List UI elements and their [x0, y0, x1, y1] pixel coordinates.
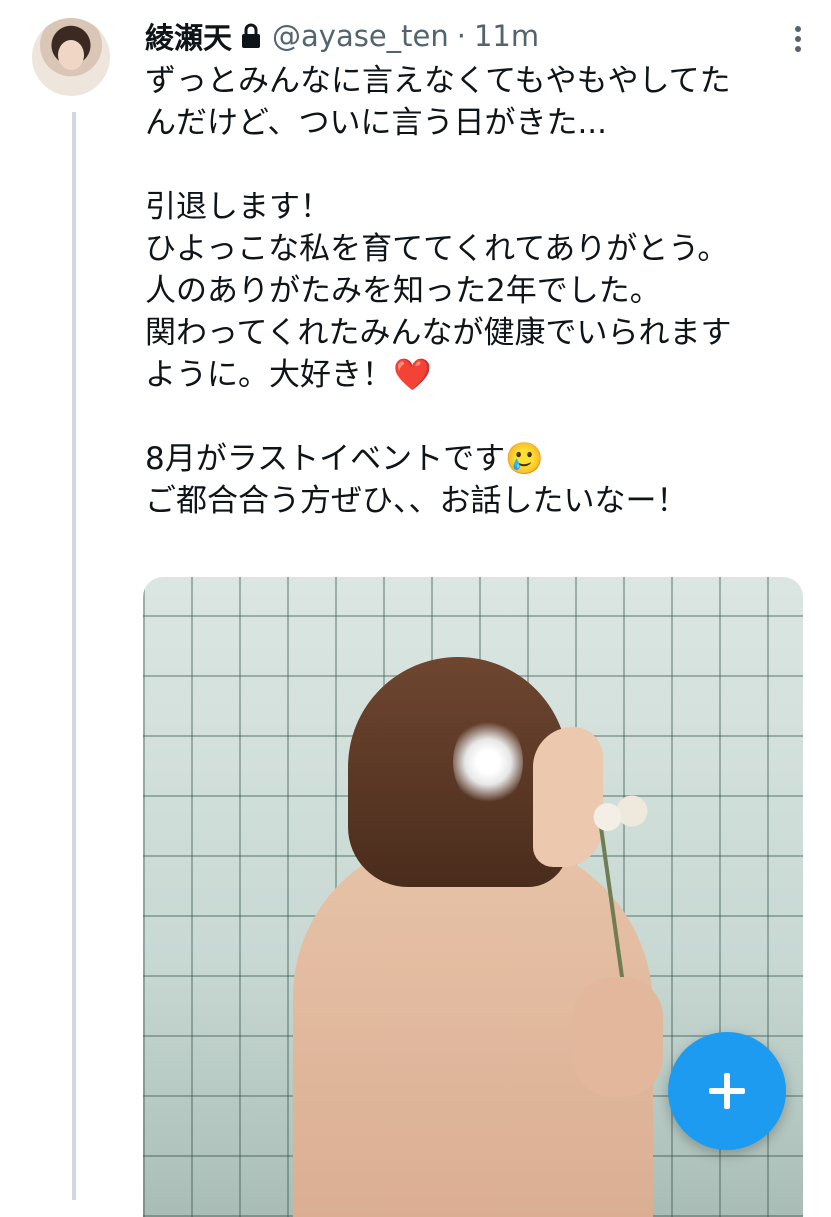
tweet-header: 綾瀬天 @ayase_ten · 11m — [145, 14, 539, 58]
separator-dot: · — [456, 19, 466, 53]
compose-button[interactable] — [668, 1032, 786, 1150]
tweet-line: ご都合合う方ぜひ、、お話したいなー！ — [145, 483, 688, 519]
photo-flowers — [583, 787, 653, 847]
tweet-line: 人のありがたみを知った2年でした。 — [145, 273, 661, 309]
tweet-line: 8月がラストイベントです🥲 — [145, 441, 544, 477]
tweet-line: ように。大好き！❤️ — [145, 357, 432, 393]
author-handle[interactable]: @ayase_ten — [272, 19, 449, 53]
photo-hands — [573, 977, 663, 1097]
avatar-face — [58, 40, 84, 70]
avatar[interactable] — [32, 18, 110, 96]
tweet-line: 関わってくれたみんなが健康でいられます — [145, 315, 732, 351]
more-vertical-icon[interactable] — [783, 24, 813, 54]
thread-connector-line — [72, 112, 76, 1200]
tweet-line: ひよっこな私を育ててくれてありがとう。 — [145, 231, 729, 267]
tweet-text: ずっとみんなに言えなくてもやもやしてた んだけど、ついに言う日がきた... 引退… — [145, 60, 815, 522]
tweet-line: 引退します！ — [145, 189, 331, 225]
tweet-line: ずっとみんなに言えなくてもやもやしてた — [145, 63, 731, 99]
tweet-timestamp[interactable]: 11m — [474, 19, 539, 53]
lock-icon — [240, 23, 262, 49]
tweet-line: んだけど、ついに言う日がきた... — [145, 105, 608, 141]
photo-hairpiece — [453, 717, 523, 807]
plus-icon — [709, 1073, 745, 1109]
author-name[interactable]: 綾瀬天 — [145, 15, 232, 57]
